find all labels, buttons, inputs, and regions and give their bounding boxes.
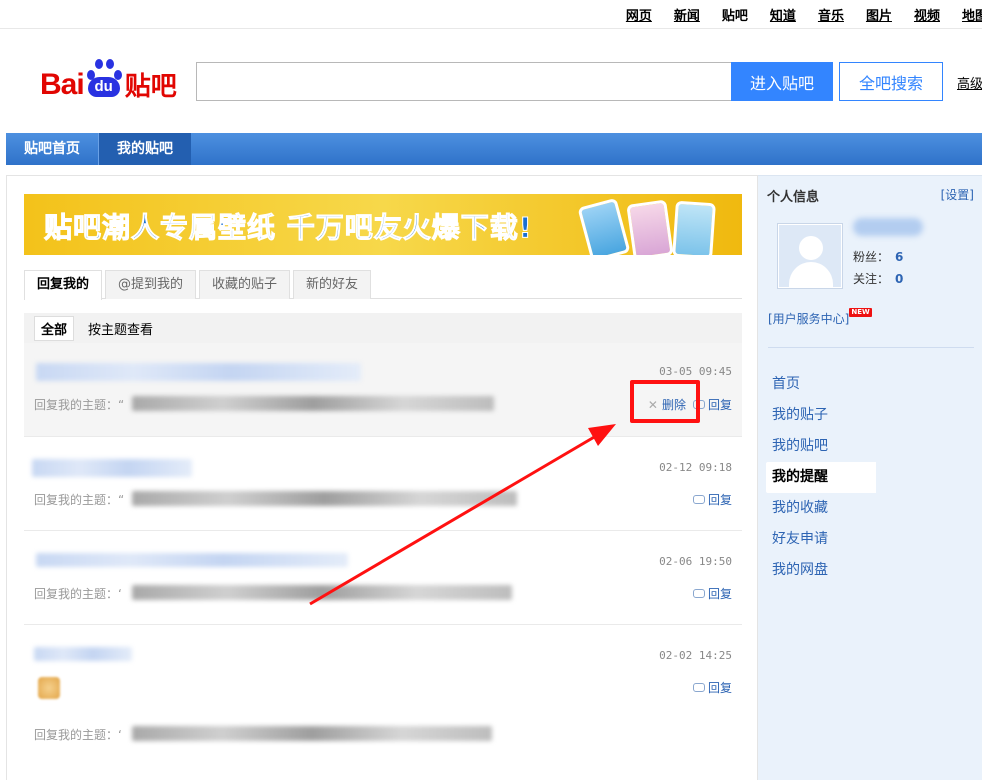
profile-header: 个人信息 bbox=[767, 190, 820, 205]
annotation-highlight-box bbox=[630, 380, 700, 423]
fans-stat: 粉丝： 6 bbox=[853, 248, 903, 265]
phone-graphic bbox=[577, 197, 631, 255]
reply-tabs: 回复我的 @提到我的 收藏的贴子 新的好友 bbox=[24, 270, 742, 300]
reply-content-blurred bbox=[36, 363, 361, 381]
topic-title-blurred bbox=[132, 396, 494, 411]
comment-icon bbox=[692, 495, 705, 504]
reply-item: 02-02 14:25 回复 回复我的主题：‘ bbox=[24, 625, 742, 765]
reply-content-blurred bbox=[32, 459, 192, 477]
reply-time: 02-06 19:50 bbox=[659, 555, 732, 568]
logo-tieba-text: 贴吧 bbox=[124, 72, 177, 102]
wallpaper-banner[interactable]: 贴吧潮人专属壁纸 千万吧友火爆下载! bbox=[24, 194, 742, 255]
sidebar-item-my-tieba[interactable]: 我的贴吧 bbox=[766, 431, 876, 462]
follow-stat: 关注： 0 bbox=[853, 270, 903, 287]
sidebar-menu: 首页 我的贴子 我的贴吧 我的提醒 我的收藏 好友申请 我的网盘 bbox=[766, 369, 876, 586]
filter-all[interactable]: 全部 bbox=[34, 315, 75, 341]
logo-bai-text: Bai bbox=[40, 68, 85, 101]
filter-by-topic[interactable]: 按主题查看 bbox=[82, 317, 159, 340]
sidebar-divider bbox=[768, 347, 974, 348]
settings-link[interactable]: [设置] bbox=[941, 186, 974, 203]
topic-title-blurred bbox=[132, 726, 492, 741]
topnav-zhidao[interactable]: 知道 bbox=[770, 5, 796, 24]
reply-item: 02-12 09:18 回复我的主题：“ 回复 bbox=[24, 437, 742, 531]
username-blurred[interactable] bbox=[853, 218, 923, 236]
search-input[interactable] bbox=[196, 62, 732, 101]
topnav-music[interactable]: 音乐 bbox=[818, 5, 844, 24]
baidu-tieba-logo[interactable]: Bai du 贴吧 bbox=[40, 54, 177, 100]
fans-count[interactable]: 6 bbox=[895, 250, 903, 264]
sidebar-item-my-reminders[interactable]: 我的提醒 bbox=[766, 462, 876, 493]
topic-title-blurred bbox=[132, 491, 517, 506]
right-sidebar: 个人信息 [设置] 粉丝： 6 关注： 0 [用户服务中心] NEW 首页 我的贴子 … bbox=[758, 175, 982, 780]
sidebar-item-home[interactable]: 首页 bbox=[766, 369, 876, 400]
search-all-button[interactable]: 全吧搜索 bbox=[839, 62, 943, 101]
topnav-map[interactable]: 地图 bbox=[962, 5, 982, 24]
sidebar-item-my-netdisk[interactable]: 我的网盘 bbox=[766, 555, 876, 586]
phone-graphic bbox=[672, 200, 716, 255]
comment-icon bbox=[692, 589, 705, 598]
sidebar-item-my-favorites[interactable]: 我的收藏 bbox=[766, 493, 876, 524]
enter-tieba-button[interactable]: 进入贴吧 bbox=[731, 62, 833, 101]
reply-time: 02-02 14:25 bbox=[659, 649, 732, 662]
tab-new-friends[interactable]: 新的好友 bbox=[293, 270, 372, 299]
topic-label: 回复我的主题：“ bbox=[34, 398, 125, 412]
main-nav-bar: 贴吧首页 我的贴吧 bbox=[6, 133, 982, 165]
logo-du-text: du bbox=[87, 77, 120, 97]
reply-content-blurred bbox=[34, 647, 132, 661]
banner-text: 贴吧潮人专属壁纸 千万吧友火爆下载! bbox=[44, 211, 533, 245]
fans-label: 粉丝： bbox=[853, 250, 890, 264]
reply-button[interactable]: 回复 bbox=[692, 585, 732, 602]
tab-favorites[interactable]: 收藏的贴子 bbox=[199, 270, 291, 299]
main-panel: 贴吧潮人专属壁纸 千万吧友火爆下载! 回复我的 @提到我的 收藏的贴子 新的好友… bbox=[6, 175, 758, 780]
sidebar-item-my-posts[interactable]: 我的贴子 bbox=[766, 400, 876, 431]
new-badge: NEW bbox=[849, 308, 872, 317]
filter-bar: 全部 按主题查看 bbox=[24, 313, 742, 343]
topnav-images[interactable]: 图片 bbox=[866, 5, 892, 24]
user-silhouette-icon bbox=[799, 236, 823, 260]
reply-label: 回复 bbox=[707, 493, 732, 507]
reply-button[interactable]: 回复 bbox=[692, 491, 732, 508]
tab-replies[interactable]: 回复我的 bbox=[24, 270, 103, 300]
follow-count[interactable]: 0 bbox=[895, 272, 903, 286]
top-divider bbox=[0, 28, 982, 29]
topnav-web[interactable]: 网页 bbox=[626, 5, 652, 24]
sidebar-item-friend-requests[interactable]: 好友申请 bbox=[766, 524, 876, 555]
topnav-tieba[interactable]: 贴吧 bbox=[722, 5, 748, 24]
reply-button[interactable]: 回复 bbox=[692, 679, 732, 696]
reply-label: 回复 bbox=[707, 587, 732, 601]
reply-content-blurred bbox=[36, 553, 348, 567]
reply-time: 03-05 09:45 bbox=[659, 365, 732, 378]
emoji-icon bbox=[38, 677, 60, 699]
user-service-center-link[interactable]: [用户服务中心] NEW bbox=[768, 308, 872, 327]
tieba-home-link[interactable]: 贴吧首页 bbox=[6, 133, 98, 165]
top-nav: 网页 新闻 贴吧 知道 音乐 图片 视频 地图 bbox=[604, 5, 982, 24]
follow-label: 关注： bbox=[853, 272, 890, 286]
advanced-search-link[interactable]: 高级 bbox=[957, 73, 982, 92]
reply-label: 回复 bbox=[707, 681, 732, 695]
topic-title-blurred bbox=[132, 585, 512, 600]
topic-label: 回复我的主题：“ bbox=[34, 493, 125, 507]
service-label: [用户服务中心] bbox=[768, 312, 850, 326]
reply-time: 02-12 09:18 bbox=[659, 461, 732, 474]
topnav-news[interactable]: 新闻 bbox=[674, 5, 700, 24]
topnav-video[interactable]: 视频 bbox=[914, 5, 940, 24]
paw-icon: du bbox=[85, 56, 123, 100]
reply-item: 02-06 19:50 回复我的主题：‘ 回复 bbox=[24, 531, 742, 625]
comment-icon bbox=[692, 683, 705, 692]
avatar[interactable] bbox=[777, 223, 843, 289]
my-tieba-link[interactable]: 我的贴吧 bbox=[99, 133, 191, 165]
tab-mentions[interactable]: @提到我的 bbox=[105, 270, 197, 299]
topic-label: 回复我的主题：‘ bbox=[34, 728, 122, 742]
phone-graphic bbox=[626, 199, 674, 255]
reply-label: 回复 bbox=[707, 398, 732, 412]
topic-label: 回复我的主题：‘ bbox=[34, 587, 122, 601]
